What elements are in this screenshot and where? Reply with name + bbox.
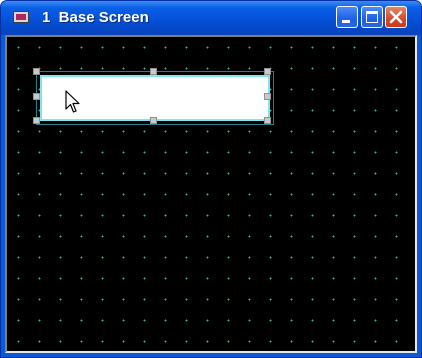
- resize-handle-top[interactable]: [150, 68, 157, 75]
- resize-handle-bottom-right[interactable]: [264, 117, 271, 124]
- window-title: 1 Base Screen: [42, 9, 149, 26]
- close-button[interactable]: [385, 6, 407, 28]
- resize-handle-bottom[interactable]: [150, 117, 157, 124]
- resize-handle-top-left[interactable]: [33, 68, 40, 75]
- resize-handle-left[interactable]: [33, 93, 40, 100]
- resize-handle-right[interactable]: [264, 93, 271, 100]
- app-icon-screen: [16, 14, 26, 20]
- title-bar[interactable]: 1 Base Screen: [1, 1, 421, 35]
- maximize-button[interactable]: [361, 6, 383, 28]
- maximize-icon: [366, 11, 378, 23]
- minimize-button[interactable]: [336, 6, 358, 28]
- base-screen-window: 1 Base Screen: [0, 0, 422, 358]
- resize-handle-top-right[interactable]: [264, 68, 271, 75]
- resize-handle-bottom-left[interactable]: [33, 117, 40, 124]
- close-icon: [389, 10, 403, 24]
- screen-app-icon[interactable]: [13, 11, 29, 23]
- screen-editor-canvas[interactable]: [5, 35, 417, 353]
- minimize-icon: [342, 20, 350, 23]
- mouse-pointer-icon: [65, 90, 80, 113]
